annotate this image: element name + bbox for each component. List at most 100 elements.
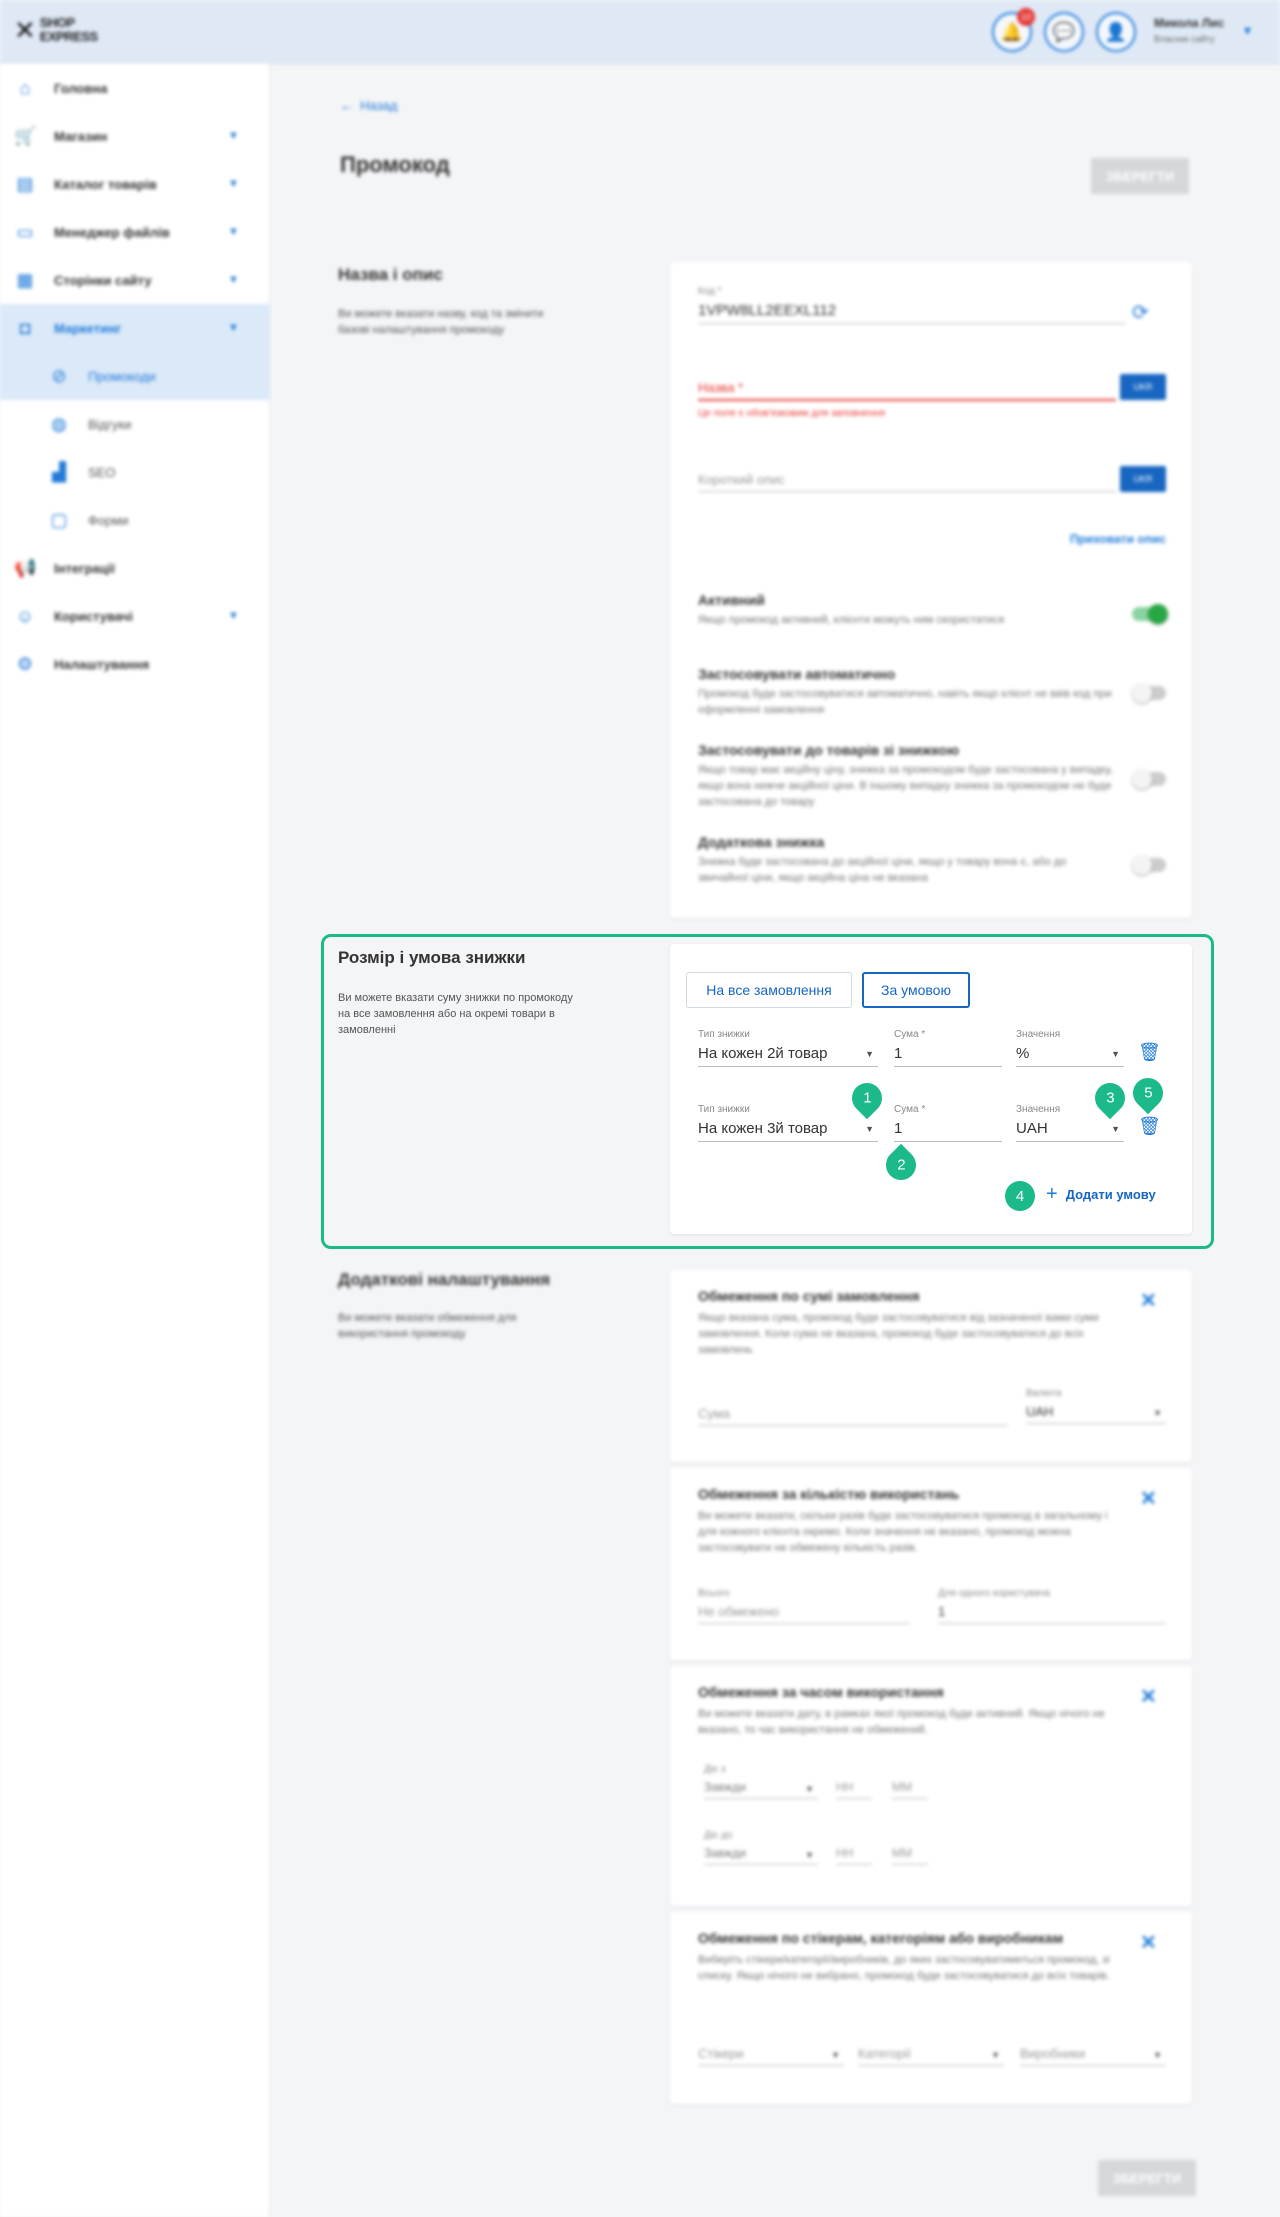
to-minute-input[interactable]: MM xyxy=(892,1846,928,1865)
sidebar-item-label: Користувачі xyxy=(54,608,133,624)
amount-input[interactable]: 1 xyxy=(894,1120,1002,1142)
sidebar-item-files[interactable]: ▭ Менеджер файлів ▼ xyxy=(0,208,270,256)
stickers-select[interactable]: Стікери ▼ xyxy=(698,2046,844,2066)
sidebar-item-label: Форми xyxy=(88,512,129,528)
toggle-title: Активний xyxy=(698,592,765,608)
amount-label: Сума * xyxy=(894,1104,926,1115)
auto-apply-toggle[interactable] xyxy=(1132,683,1166,703)
user-name[interactable]: Микола Лис xyxy=(1154,16,1224,30)
marker-label: 2 xyxy=(896,1156,906,1174)
chat-icon[interactable]: 💬 xyxy=(1044,12,1084,52)
sidebar-item-pages[interactable]: ▦ Сторінки сайту ▼ xyxy=(0,256,270,304)
user-avatar-icon[interactable]: 👤 xyxy=(1096,12,1136,52)
refresh-icon[interactable]: ⟳ xyxy=(1132,300,1149,325)
categories-select[interactable]: Категорії ▼ xyxy=(858,2046,1004,2066)
name-input[interactable]: Назва * xyxy=(698,380,1116,401)
chevron-down-icon: ▼ xyxy=(228,274,239,286)
sidebar-item-shop[interactable]: 🛒 Магазин ▼ xyxy=(0,112,270,160)
trash-icon[interactable]: 🗑 xyxy=(1138,1042,1161,1063)
chevron-down-icon: ▼ xyxy=(228,322,239,334)
toggle-description: Промокод буде застосовуватися автоматичн… xyxy=(698,688,1112,716)
back-link[interactable]: ← Назад xyxy=(340,98,397,113)
sidebar-item-forms[interactable]: ▢ Форми xyxy=(0,496,270,544)
sidebar-item-seo[interactable]: ▟ SEO xyxy=(0,448,270,496)
toggle-knob xyxy=(1132,683,1152,703)
marker-label: 1 xyxy=(862,1089,872,1107)
name-card: Код * 1VPW8LL2EEXL112 ⟳ Назва * UKR Це п… xyxy=(670,262,1192,918)
from-hour-input[interactable]: HH xyxy=(836,1780,872,1799)
close-icon[interactable]: ✕ xyxy=(1140,1684,1157,1709)
add-condition-button[interactable]: + Додати умову xyxy=(1046,1184,1156,1204)
sidebar-item-home[interactable]: ⌂ Головна xyxy=(0,64,270,112)
plus-icon: + xyxy=(1046,1183,1058,1205)
trash-icon[interactable]: 🗑 xyxy=(1138,1116,1161,1137)
from-date-select[interactable]: Завжди ▼ xyxy=(704,1780,818,1799)
discounted-items-toggle[interactable] xyxy=(1132,769,1166,789)
chevron-down-icon[interactable]: ▾ xyxy=(1244,22,1251,39)
per-user-input[interactable]: 1 xyxy=(938,1604,1166,1624)
value-unit-select[interactable]: % ▼ xyxy=(1016,1045,1124,1067)
from-minute-input[interactable]: MM xyxy=(892,1780,928,1799)
user-role: Власник сайту xyxy=(1154,34,1215,44)
block-description: Ви можете вказати, скільки разів буде за… xyxy=(698,1510,1108,1554)
tab-whole-order[interactable]: На все замовлення xyxy=(686,972,852,1008)
cart-icon: 🛒 xyxy=(14,126,37,146)
block-description: Виберіть стікери/категорії/виробників, д… xyxy=(698,1954,1110,1982)
block-description: Ви можете вказати дату, в рамках якої пр… xyxy=(698,1708,1105,1736)
select-value: Стікери xyxy=(698,2046,744,2061)
close-icon[interactable]: ✕ xyxy=(1140,1486,1157,1511)
hide-description-link[interactable]: Приховати опис xyxy=(1070,532,1166,546)
close-icon[interactable]: ✕ xyxy=(1140,1288,1157,1313)
type-label: Тип знижки xyxy=(698,1104,750,1115)
to-hour-input[interactable]: HH xyxy=(836,1846,872,1865)
sidebar-item-integrations[interactable]: 📢 Інтеграції xyxy=(0,544,270,592)
sidebar-item-reviews[interactable]: ◍ Відгуки xyxy=(0,400,270,448)
manufacturers-select[interactable]: Виробники ▼ xyxy=(1020,2046,1166,2066)
sidebar-item-users[interactable]: ☺ Користувачі ▼ xyxy=(0,592,270,640)
lang-button[interactable]: UKR xyxy=(1120,374,1166,400)
short-description-input[interactable]: Короткий опис xyxy=(698,472,1116,492)
sum-input[interactable]: Сума xyxy=(698,1406,1008,1426)
select-value: Виробники xyxy=(1020,2046,1086,2061)
save-button-bottom[interactable]: ЗБЕРЕГТИ xyxy=(1098,2160,1196,2196)
save-button-top[interactable]: ЗБЕРЕГТИ xyxy=(1091,158,1189,194)
users-icon: ☺ xyxy=(15,606,35,626)
close-icon[interactable]: ✕ xyxy=(1140,1930,1157,1955)
from-label: Діє з xyxy=(704,1764,726,1775)
tab-by-condition[interactable]: За умовою xyxy=(862,972,970,1008)
limit-by-time-card: Обмеження за часом використання Ви может… xyxy=(670,1666,1192,1906)
currency-select[interactable]: UAH ▼ xyxy=(1026,1404,1166,1424)
code-input[interactable]: 1VPW8LL2EEXL112 xyxy=(698,302,1126,324)
notification-badge: 10 xyxy=(1017,8,1035,26)
folder-icon: ▭ xyxy=(16,222,34,242)
logo[interactable]: ✕ SHOP EXPRESS xyxy=(14,16,110,44)
discount-type-select[interactable]: На кожен 2й товар ▼ xyxy=(698,1045,878,1067)
currency-label: Валюта xyxy=(1026,1388,1062,1399)
sidebar-item-marketing[interactable]: ◘ Маркетинг ▼ xyxy=(0,304,270,352)
section-description: Ви можете вказати суму знижки по промоко… xyxy=(338,992,573,1036)
discount-type-select[interactable]: На кожен 3й товар ▼ xyxy=(698,1120,878,1142)
sidebar-item-label: Маркетинг xyxy=(54,320,122,336)
sidebar-item-promocodes[interactable]: ⊘ Промокоди xyxy=(0,352,270,400)
lang-button[interactable]: UKR xyxy=(1120,466,1166,492)
limit-by-stickers-card: Обмеження по стікерам, категоріям або ви… xyxy=(670,1912,1192,2104)
sidebar-item-label: Каталог товарів xyxy=(54,176,157,192)
limit-by-usage-card: Обмеження за кількістю використань Ви мо… xyxy=(670,1468,1192,1660)
toggle-knob xyxy=(1132,855,1152,875)
dropdown-arrow-icon: ▼ xyxy=(1111,1124,1120,1134)
book-icon: ▤ xyxy=(16,174,34,194)
extra-discount-toggle[interactable] xyxy=(1132,855,1166,875)
to-date-select[interactable]: Завжди ▼ xyxy=(704,1846,818,1865)
back-label: Назад xyxy=(360,98,398,113)
dropdown-arrow-icon: ▼ xyxy=(865,1049,874,1059)
active-toggle[interactable] xyxy=(1132,604,1168,624)
sidebar-item-settings[interactable]: ⚙ Налаштування xyxy=(0,640,270,688)
amount-input[interactable]: 1 xyxy=(894,1045,1002,1067)
add-condition-label: Додати умову xyxy=(1065,1186,1156,1202)
dropdown-arrow-icon: ▼ xyxy=(865,1124,874,1134)
dropdown-arrow-icon: ▼ xyxy=(1153,1408,1162,1418)
total-uses-input[interactable]: Не обмежено xyxy=(698,1604,910,1624)
sidebar-item-catalog[interactable]: ▤ Каталог товарів ▼ xyxy=(0,160,270,208)
dropdown-arrow-icon: ▼ xyxy=(831,2050,840,2060)
value-unit-select[interactable]: UAH ▼ xyxy=(1016,1120,1124,1142)
